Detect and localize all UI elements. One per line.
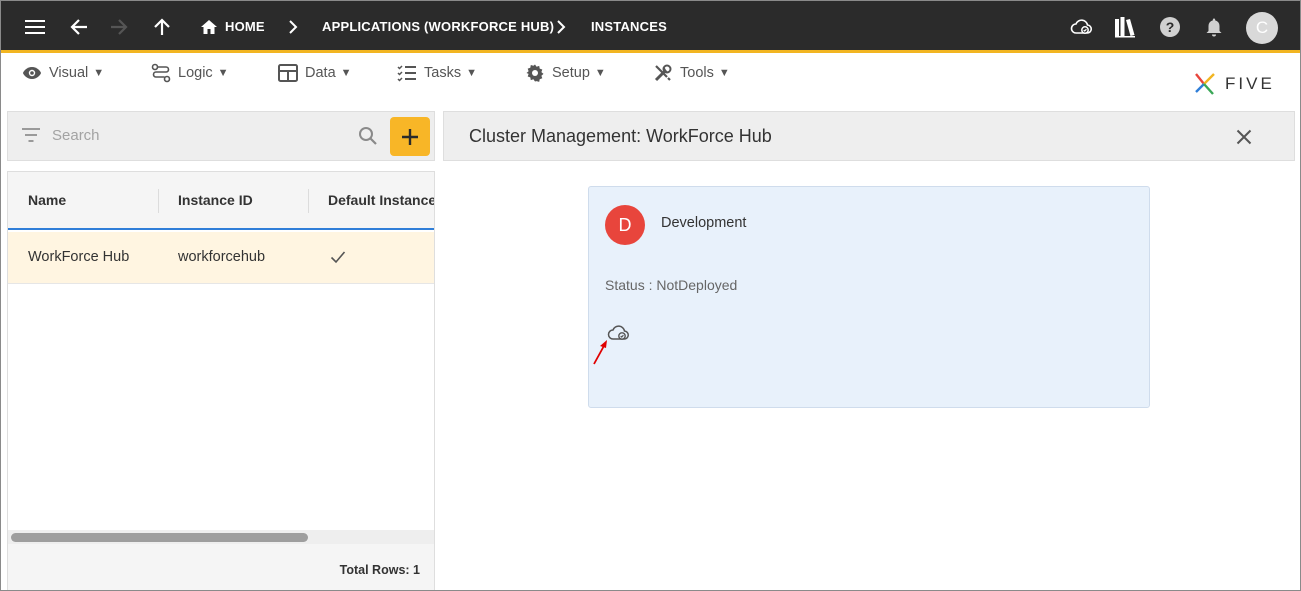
table-header: Name Instance ID Default Instance xyxy=(8,172,434,230)
annotation-arrow-icon xyxy=(590,337,612,372)
caret-down-icon: ▼ xyxy=(217,67,229,79)
breadcrumb-home[interactable]: HOME xyxy=(225,19,265,34)
main-menu-bar: Visual ▼ Logic ▼ Data ▼ Tasks ▼ Setup ▼ … xyxy=(1,56,1300,97)
detail-header: Cluster Management: WorkForce Hub xyxy=(443,111,1295,161)
chevron-right-icon xyxy=(549,15,573,39)
column-header-name[interactable]: Name xyxy=(28,192,66,208)
five-logo: FIVE xyxy=(1193,71,1275,97)
caret-down-icon: ▼ xyxy=(594,67,606,79)
five-logo-icon xyxy=(1195,73,1215,95)
column-header-instance-id[interactable]: Instance ID xyxy=(178,192,253,208)
search-icon[interactable] xyxy=(358,126,378,151)
page-title: Cluster Management: WorkForce Hub xyxy=(469,126,772,146)
checkmark-icon xyxy=(330,250,346,268)
menu-icon[interactable] xyxy=(23,15,47,39)
five-logo-text: FIVE xyxy=(1225,74,1275,93)
logic-flow-icon xyxy=(151,63,171,83)
table-icon xyxy=(278,64,298,82)
instance-name: Development xyxy=(661,215,747,231)
menu-visual[interactable]: Visual ▼ xyxy=(22,62,104,84)
search-input[interactable]: Search xyxy=(52,127,100,144)
table-row[interactable]: WorkForce Hub workforcehub xyxy=(8,232,434,284)
table-footer: Total Rows: 1 xyxy=(8,544,434,590)
caret-down-icon: ▼ xyxy=(93,67,105,79)
notification-bell-icon[interactable] xyxy=(1202,15,1226,39)
top-bar: HOME APPLICATIONS (WORKFORCE HUB) INSTAN… xyxy=(1,1,1300,53)
horizontal-scrollbar[interactable] xyxy=(8,530,434,544)
scrollbar-thumb[interactable] xyxy=(11,533,308,542)
filter-icon[interactable] xyxy=(22,128,40,147)
up-arrow-icon[interactable] xyxy=(150,15,174,39)
checklist-icon xyxy=(397,65,416,82)
forward-arrow-icon[interactable] xyxy=(107,15,131,39)
breadcrumb-instances[interactable]: INSTANCES xyxy=(591,19,667,34)
plus-icon xyxy=(402,128,418,145)
caret-down-icon: ▼ xyxy=(718,67,730,79)
cloud-deploy-icon[interactable] xyxy=(1070,15,1094,39)
menu-tools[interactable]: Tools ▼ xyxy=(653,62,730,84)
caret-down-icon: ▼ xyxy=(466,67,477,79)
help-icon[interactable]: ? xyxy=(1158,15,1182,39)
menu-logic-label: Logic xyxy=(178,65,213,81)
home-icon[interactable] xyxy=(197,15,221,39)
gear-icon xyxy=(526,64,544,82)
column-divider[interactable] xyxy=(158,189,159,213)
caret-down-icon: ▼ xyxy=(340,67,352,79)
add-instance-button[interactable] xyxy=(390,117,430,156)
cell-instance-id: workforcehub xyxy=(178,249,266,265)
menu-data[interactable]: Data ▼ xyxy=(278,62,352,84)
instance-card[interactable]: D Development Status : NotDeployed xyxy=(588,186,1150,408)
menu-visual-label: Visual xyxy=(49,65,89,81)
instances-table: Name Instance ID Default Instance WorkFo… xyxy=(7,171,435,590)
total-rows: Total Rows: 1 xyxy=(339,563,420,577)
menu-setup[interactable]: Setup ▼ xyxy=(525,62,606,84)
user-avatar[interactable]: C xyxy=(1246,12,1278,44)
instance-avatar: D xyxy=(605,205,645,245)
column-header-default-instance[interactable]: Default Instance xyxy=(328,192,434,208)
menu-logic[interactable]: Logic ▼ xyxy=(151,62,229,84)
menu-tasks-label: Tasks xyxy=(424,65,462,81)
menu-data-label: Data xyxy=(305,65,336,81)
cell-name: WorkForce Hub xyxy=(28,249,130,265)
deployment-status: Status : NotDeployed xyxy=(605,277,738,293)
app-window: HOME APPLICATIONS (WORKFORCE HUB) INSTAN… xyxy=(0,0,1301,591)
breadcrumb-applications[interactable]: APPLICATIONS (WORKFORCE HUB) xyxy=(322,19,554,34)
library-books-icon[interactable] xyxy=(1113,15,1137,39)
back-arrow-icon[interactable] xyxy=(67,15,91,39)
close-icon[interactable] xyxy=(1232,125,1256,149)
column-divider[interactable] xyxy=(308,189,309,213)
search-bar: Search xyxy=(7,111,435,161)
menu-tools-label: Tools xyxy=(680,65,714,81)
tools-icon xyxy=(654,64,672,82)
menu-setup-label: Setup xyxy=(552,65,590,81)
svg-text:?: ? xyxy=(1166,19,1175,35)
chevron-right-icon xyxy=(281,15,305,39)
menu-tasks[interactable]: Tasks ▼ xyxy=(397,62,477,84)
eye-icon xyxy=(23,67,41,79)
